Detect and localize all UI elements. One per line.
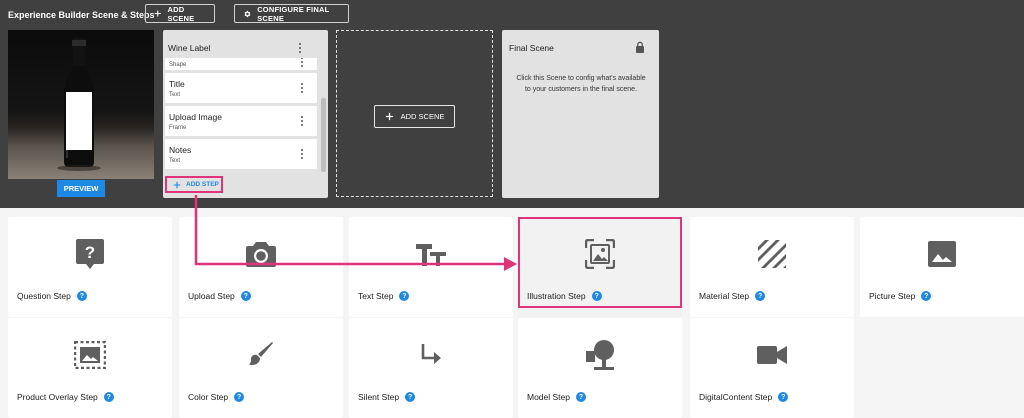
preview-button[interactable]: PREVIEW <box>57 180 105 197</box>
step-type-label: Picture Step <box>869 291 916 301</box>
step-type-color[interactable]: Color Step? <box>179 318 343 418</box>
steps-scrollbar[interactable] <box>321 98 326 172</box>
step-type-material[interactable]: Material Step? <box>690 217 854 317</box>
plus-icon <box>385 112 393 121</box>
step-more-icon[interactable] <box>297 148 307 160</box>
add-scene-button[interactable]: ADD SCENE <box>374 105 455 128</box>
step-more-icon[interactable] <box>297 115 307 127</box>
help-icon[interactable]: ? <box>576 392 586 402</box>
model-icon <box>586 340 614 370</box>
step-type-label: Color Step <box>188 392 229 402</box>
text-tt-icon <box>416 244 446 266</box>
step-name: Upload Image <box>169 112 222 122</box>
add-step-label: ADD STEP <box>186 181 219 188</box>
add-scene-label: ADD SCENE <box>400 112 445 121</box>
scene-more-icon[interactable] <box>295 42 305 54</box>
help-icon[interactable]: ? <box>76 291 87 301</box>
svg-text:?: ? <box>85 243 95 262</box>
step-type-product-overlay[interactable]: Product Overlay Step? <box>8 318 172 418</box>
help-icon[interactable]: ? <box>755 291 766 301</box>
step-type-digital-content[interactable]: DigitalContent Step? <box>690 318 854 418</box>
plus-icon <box>154 10 161 17</box>
scene-card-wine-label[interactable]: Wine Label Shape Title Text Upload Image… <box>163 30 328 198</box>
step-name: Title <box>169 79 185 89</box>
step-type: Shape <box>169 62 187 68</box>
page-title: Experience Builder Scene & Steps <box>8 10 155 20</box>
step-type-illustration[interactable]: Illustration Step? <box>518 217 682 317</box>
final-scene-card[interactable]: Final Scene Click this Scene to config w… <box>502 30 659 198</box>
step-type: Text <box>169 158 181 164</box>
step-type-label: DigitalContent Step <box>699 392 773 402</box>
step-type-question[interactable]: ? Question Step? <box>8 217 172 317</box>
step-type-label: Material Step <box>699 291 750 301</box>
silent-arrow-icon <box>421 344 441 364</box>
question-icon: ? <box>76 239 104 269</box>
scene-steps-list: Shape Title Text Upload Image Frame Note… <box>165 58 320 174</box>
help-icon[interactable]: ? <box>103 392 114 402</box>
step-more-icon[interactable] <box>297 58 307 68</box>
help-icon[interactable]: ? <box>778 392 789 402</box>
camera-icon <box>246 242 276 267</box>
lock-icon <box>636 41 644 53</box>
wine-bottle-illustration <box>57 38 101 171</box>
step-type-label: Model Step <box>527 392 570 402</box>
step-type-upload[interactable]: Upload Step? <box>179 217 343 317</box>
configure-final-scene-label: CONFIGURE FINAL SCENE <box>257 4 330 23</box>
product-overlay-icon <box>74 341 106 369</box>
step-item[interactable]: Notes Text <box>165 139 317 169</box>
step-more-icon[interactable] <box>297 82 307 94</box>
gear-icon <box>244 10 251 17</box>
product-preview-image <box>8 30 154 179</box>
step-type: Text <box>169 92 181 98</box>
add-scene-header-button[interactable]: ADD SCENE <box>145 4 215 23</box>
step-type-label: Question Step <box>17 291 71 301</box>
step-type-model[interactable]: Model Step? <box>518 318 682 418</box>
final-scene-title: Final Scene <box>509 43 554 53</box>
step-type-label: Upload Step <box>188 291 235 301</box>
step-item[interactable]: Upload Image Frame <box>165 106 317 136</box>
step-item[interactable]: Shape <box>165 58 317 70</box>
configure-final-scene-button[interactable]: CONFIGURE FINAL SCENE <box>234 4 349 23</box>
final-scene-description: Click this Scene to config what's availa… <box>516 75 646 93</box>
step-type-picture[interactable]: Picture Step? <box>860 217 1024 317</box>
help-icon[interactable]: ? <box>399 291 410 301</box>
step-name: Notes <box>169 145 192 155</box>
help-icon[interactable]: ? <box>405 392 416 402</box>
help-icon[interactable]: ? <box>591 291 602 301</box>
scene-card-title: Wine Label <box>168 43 211 53</box>
step-item[interactable]: Title Text <box>165 73 317 103</box>
help-icon[interactable]: ? <box>234 392 245 402</box>
step-type-label: Product Overlay Step <box>17 392 98 402</box>
step-type-text[interactable]: Text Step? <box>349 217 513 317</box>
step-type-label: Silent Step <box>358 392 400 402</box>
step-type-label: Illustration Step <box>527 291 586 301</box>
illustration-icon <box>585 239 615 269</box>
add-step-button[interactable]: ADD STEP <box>165 176 223 193</box>
picture-icon <box>928 241 956 267</box>
step-type: Frame <box>169 125 187 131</box>
help-icon[interactable]: ? <box>240 291 251 301</box>
material-stripes-icon <box>758 240 786 268</box>
help-icon[interactable]: ? <box>921 291 932 301</box>
plus-icon <box>173 181 181 188</box>
step-type-label: Text Step <box>358 291 394 301</box>
brush-icon <box>249 342 273 365</box>
add-scene-header-label: ADD SCENE <box>167 4 195 23</box>
videocam-icon <box>757 346 787 364</box>
step-type-silent[interactable]: Silent Step? <box>349 318 513 418</box>
